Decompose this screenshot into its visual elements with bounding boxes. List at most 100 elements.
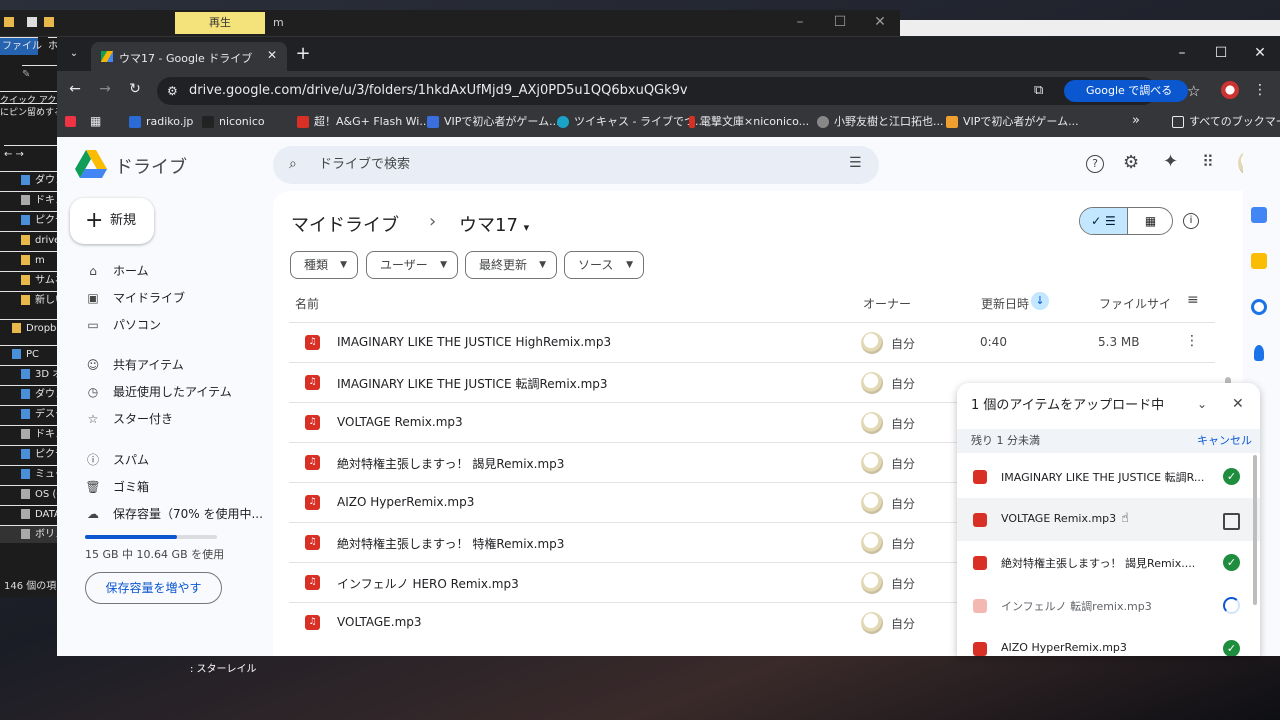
bookmark[interactable]: 超！A&G+ Flash Wi... — [297, 114, 430, 130]
filter-people[interactable]: ユーザー ▼ — [366, 251, 458, 279]
collapse-icon[interactable]: ⌄ — [1197, 397, 1207, 411]
upload-item[interactable]: IMAGINARY LIKE THE JUSTICE 転調R... ✓ — [957, 455, 1260, 498]
close-icon[interactable]: ✕ — [1250, 43, 1270, 63]
file-menu[interactable]: ファイル — [0, 37, 42, 55]
nav-trash[interactable]: 🗑 ゴミ箱 — [85, 477, 149, 497]
explorer-item[interactable]: ピクチ — [0, 445, 57, 463]
breadcrumb-root[interactable]: マイドライブ — [291, 211, 399, 237]
column-modified[interactable]: 更新日時 — [981, 295, 1029, 312]
pin-icon[interactable]: ✎ — [22, 65, 57, 83]
explorer-item[interactable]: 3D オ — [0, 365, 57, 383]
back-arrow-icon[interactable]: ← → — [4, 145, 57, 163]
new-tab-icon[interactable]: + — [293, 44, 313, 64]
get-more-storage-button[interactable]: 保存容量を増やす — [85, 572, 222, 604]
filter-type[interactable]: 種類 ▼ — [290, 251, 358, 279]
filter-modified[interactable]: 最終更新 ▼ — [465, 251, 557, 279]
explorer-item[interactable]: ダウン — [0, 171, 57, 189]
profile-avatar[interactable] — [1221, 81, 1239, 99]
upload-item[interactable]: インフェルノ 転調remix.mp3 — [957, 584, 1260, 627]
menu-icon[interactable]: ⋮ — [1252, 80, 1268, 100]
breadcrumb-current[interactable]: ウマ17 ▾ — [459, 211, 529, 237]
tab-close-icon[interactable]: ✕ — [267, 48, 277, 62]
explorer-item[interactable]: Dropb — [0, 319, 57, 337]
site-info-icon[interactable]: ⚙ — [167, 77, 178, 105]
search-options-icon[interactable]: ☰ — [849, 155, 862, 171]
calendar-icon[interactable] — [1251, 207, 1267, 223]
bookmark[interactable]: 小野友樹と江口拓也... — [817, 114, 944, 130]
close-icon[interactable]: ✕ — [1232, 396, 1244, 412]
back-icon[interactable]: ← — [65, 79, 85, 99]
forward-icon[interactable]: → — [95, 79, 115, 99]
nav-spam[interactable]: ⓘ スパム — [85, 450, 149, 470]
explorer-item[interactable]: OS (C — [0, 485, 57, 503]
apps-grid-icon[interactable]: ⠿ — [1202, 152, 1214, 171]
explorer-item[interactable]: デスク — [0, 405, 57, 423]
cancel-button[interactable]: キャンセル — [1197, 429, 1252, 453]
explorer-item[interactable]: ボリュ — [0, 525, 57, 543]
nav-home[interactable]: ⌂ ホーム — [85, 261, 148, 281]
column-owner[interactable]: オーナー — [863, 295, 911, 312]
explorer-item[interactable]: サムネ — [0, 271, 57, 289]
more-bookmarks-icon[interactable]: » — [1132, 113, 1140, 128]
bookmark[interactable]: 電撃文庫×niconico... — [689, 114, 809, 130]
gemini-icon[interactable]: ✦ — [1163, 151, 1178, 172]
new-button[interactable]: + 新規 — [70, 198, 154, 244]
address-bar[interactable]: ⚙ drive.google.com/drive/u/3/folders/1hk… — [157, 77, 1200, 105]
upload-item[interactable]: AIZO HyperRemix.mp3 ✓ — [957, 627, 1260, 656]
explorer-item[interactable]: 新しい — [0, 291, 57, 309]
nav-storage[interactable]: ☁ 保存容量（70% を使用中... — [85, 504, 263, 524]
nav-my-drive[interactable]: ▣ マイドライブ — [85, 288, 185, 308]
minimize-icon[interactable]: – — [1172, 43, 1192, 63]
show-in-folder-icon[interactable] — [1223, 513, 1240, 530]
bookmark[interactable]: ツイキャス - ライブでつ... — [557, 114, 705, 130]
bookmark-star-icon[interactable]: ☆ — [1187, 77, 1200, 105]
nav-starred[interactable]: ☆ スター付き — [85, 409, 173, 429]
explorer-item[interactable]: PC — [0, 345, 57, 363]
search-input[interactable]: ドライブで検索 — [273, 146, 879, 184]
apps-icon[interactable] — [65, 116, 76, 127]
drive-logo-icon[interactable] — [75, 150, 107, 180]
explorer-item[interactable]: m — [0, 251, 57, 269]
upload-item[interactable]: 絶対特権主張しますっ！ 謁見Remix.... ✓ — [957, 541, 1260, 584]
sort-arrow-icon[interactable]: ↓ — [1031, 292, 1049, 310]
bookmark[interactable]: VIPで初心者がゲーム... — [946, 114, 1079, 130]
grid-view-button[interactable]: ▦ — [1127, 208, 1172, 234]
explorer-item[interactable]: ドキュ — [0, 425, 57, 443]
bookmark[interactable]: VIPで初心者がゲーム... — [427, 114, 560, 130]
minimize-icon[interactable]: – — [780, 10, 820, 37]
filter-source[interactable]: ソース ▼ — [564, 251, 644, 279]
bookmark[interactable]: niconico — [202, 114, 265, 130]
explorer-item[interactable]: ミュー — [0, 465, 57, 483]
media-tab[interactable]: 再生 — [175, 12, 265, 34]
list-view-button[interactable]: ✓ ☰ — [1080, 208, 1127, 234]
install-icon[interactable]: ⧉ — [1034, 77, 1043, 105]
lens-button[interactable]: Google で調べる — [1064, 80, 1188, 102]
tab-search-icon[interactable]: ⌄ — [65, 44, 83, 64]
settings-icon[interactable]: ⚙ — [1123, 152, 1139, 173]
explorer-item[interactable]: ドキュ — [0, 191, 57, 209]
explorer-item[interactable]: drive — [0, 231, 57, 249]
checkbox-icon[interactable] — [27, 17, 37, 27]
column-name[interactable]: 名前 — [295, 295, 319, 312]
grid-icon[interactable]: ▦ — [90, 114, 101, 128]
nav-shared[interactable]: ☺ 共有アイテム — [85, 355, 184, 375]
explorer-item[interactable]: ピクチ — [0, 211, 57, 229]
more-actions-icon[interactable]: ⋮ — [1185, 333, 1199, 349]
all-bookmarks[interactable]: すべてのブックマーク — [1172, 114, 1280, 130]
sort-options-icon[interactable]: ≡ — [1187, 292, 1199, 308]
help-icon[interactable]: ? — [1086, 155, 1104, 173]
upload-item[interactable]: VOLTAGE Remix.mp3 ☝ — [957, 498, 1260, 541]
file-row[interactable]: ♫ IMAGINARY LIKE THE JUSTICE HighRemix.mp… — [289, 322, 1215, 362]
nav-recent[interactable]: ◷ 最近使用したアイテム — [85, 382, 232, 402]
tab-drive[interactable]: ウマ17 - Google ドライブ ✕ — [91, 42, 287, 71]
maximize-icon[interactable]: ☐ — [820, 10, 860, 37]
bookmark[interactable]: radiko.jp — [129, 114, 193, 130]
upload-scrollbar[interactable] — [1253, 455, 1257, 605]
contacts-icon[interactable] — [1254, 345, 1264, 361]
maximize-icon[interactable]: ☐ — [1211, 43, 1231, 63]
explorer-item[interactable]: DATA — [0, 505, 57, 523]
column-size[interactable]: ファイルサイ — [1099, 295, 1171, 312]
search-icon[interactable]: ⌕ — [289, 156, 297, 172]
tasks-icon[interactable] — [1251, 299, 1267, 315]
media-tab-2[interactable]: m — [273, 16, 284, 29]
